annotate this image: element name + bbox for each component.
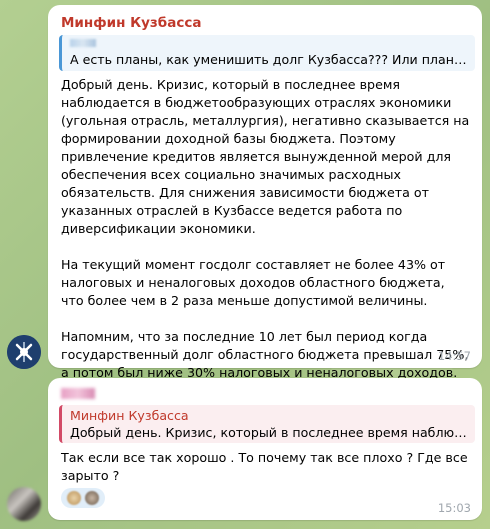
reply-quote-author: Минфин Кузбасса	[70, 408, 189, 423]
blurred-reply-author	[70, 39, 96, 47]
reaction-avatar	[67, 491, 81, 505]
blurred-sender-name	[61, 388, 95, 399]
message-bubble[interactable]: Минфин Кузбасса Добрый день. Кризис, кот…	[48, 378, 482, 520]
reactions-pill[interactable]	[61, 488, 105, 508]
message-bubble[interactable]: Минфин Кузбасса А есть планы, как умениш…	[48, 5, 482, 380]
user-avatar[interactable]	[7, 487, 41, 521]
channel-logo-icon	[7, 335, 41, 369]
sender-name[interactable]: Минфин Кузбасса	[61, 15, 201, 31]
reply-quote-text: Добрый день. Кризис, который в последнее…	[70, 425, 469, 440]
message-text: Добрый день. Кризис, который в последнее…	[61, 77, 470, 380]
reaction-avatar	[85, 491, 99, 505]
reply-quote[interactable]: А есть планы, как уменишить долг Кузбасс…	[59, 35, 475, 71]
message-timestamp: 14:57	[437, 349, 471, 363]
reply-quote[interactable]: Минфин Кузбасса Добрый день. Кризис, кот…	[59, 405, 475, 443]
reply-quote-text: А есть планы, как уменишить долг Кузбасс…	[70, 52, 469, 67]
message-timestamp: 15:03	[437, 501, 471, 515]
message-text: Так если все так хорошо . То почему так …	[61, 450, 472, 483]
channel-avatar[interactable]	[7, 335, 41, 369]
